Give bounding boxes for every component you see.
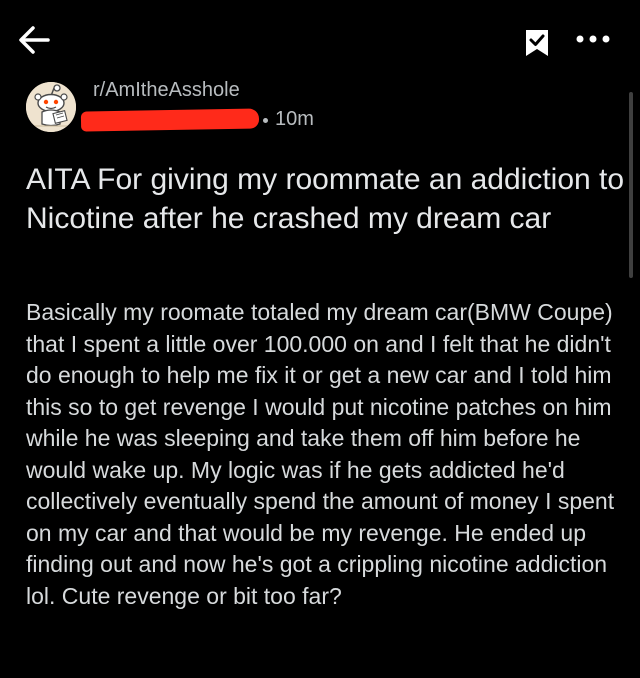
snoo-icon	[26, 82, 76, 132]
post-meta: r/AmItheAsshole 10m	[26, 78, 616, 138]
bookmark-check-icon	[526, 30, 548, 56]
back-button[interactable]	[14, 20, 54, 60]
scrollbar[interactable]	[629, 92, 633, 278]
post-body: Basically my roomate totaled my dream ca…	[26, 299, 615, 609]
more-horizontal-icon	[576, 35, 610, 43]
author-redaction	[80, 108, 260, 132]
more-options-button[interactable]	[570, 25, 620, 53]
post-time: 10m	[275, 108, 314, 130]
separator-dot	[263, 118, 268, 123]
post-title: AITA For giving my roommate an addiction…	[26, 163, 625, 235]
arrow-left-icon	[19, 26, 50, 54]
save-button[interactable]	[524, 28, 550, 58]
top-bar	[0, 0, 640, 80]
subreddit-name[interactable]: r/AmItheAsshole	[93, 79, 240, 102]
subreddit-avatar[interactable]	[26, 82, 76, 132]
